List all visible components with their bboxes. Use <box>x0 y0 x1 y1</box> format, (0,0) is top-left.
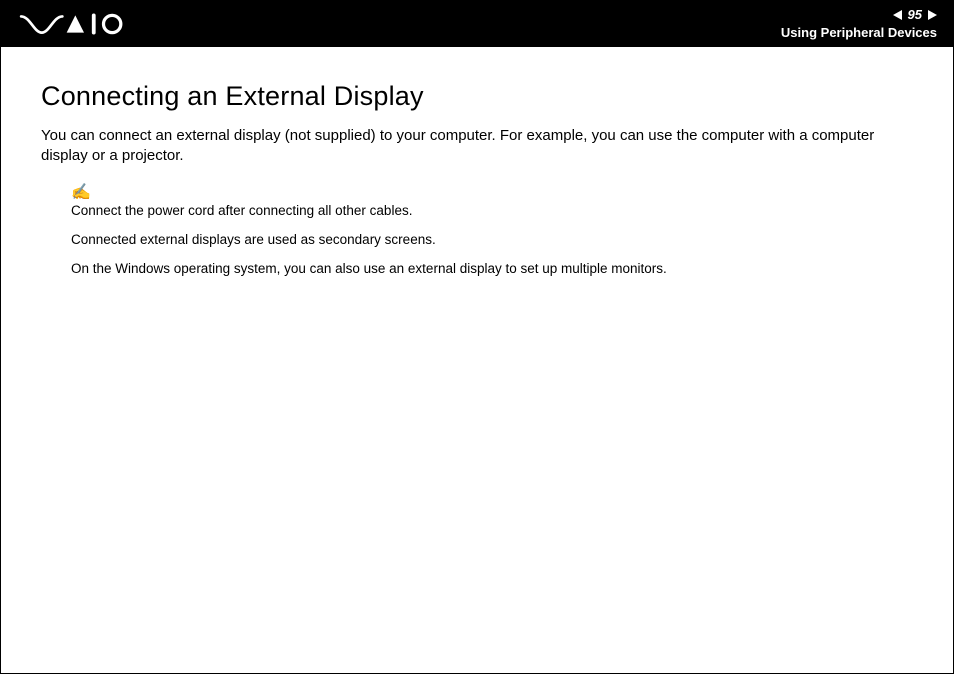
note-line: Connect the power cord after connecting … <box>71 203 917 218</box>
page-title: Connecting an External Display <box>41 81 917 112</box>
note-line: Connected external displays are used as … <box>71 232 917 247</box>
intro-paragraph: You can connect an external display (not… <box>41 126 917 167</box>
vaio-logo <box>19 11 138 37</box>
page-content: Connecting an External Display You can c… <box>1 47 953 276</box>
note-block: ✍ Connect the power cord after connectin… <box>71 185 917 276</box>
section-breadcrumb: Using Peripheral Devices <box>781 25 937 42</box>
prev-page-icon[interactable] <box>893 10 902 20</box>
note-line: On the Windows operating system, you can… <box>71 261 917 276</box>
page-number: 95 <box>908 7 922 24</box>
header-right: 95 Using Peripheral Devices <box>781 7 937 42</box>
header-bar: 95 Using Peripheral Devices <box>1 1 953 47</box>
next-page-icon[interactable] <box>928 10 937 20</box>
note-icon: ✍ <box>71 185 917 201</box>
page-nav: 95 <box>781 7 937 24</box>
